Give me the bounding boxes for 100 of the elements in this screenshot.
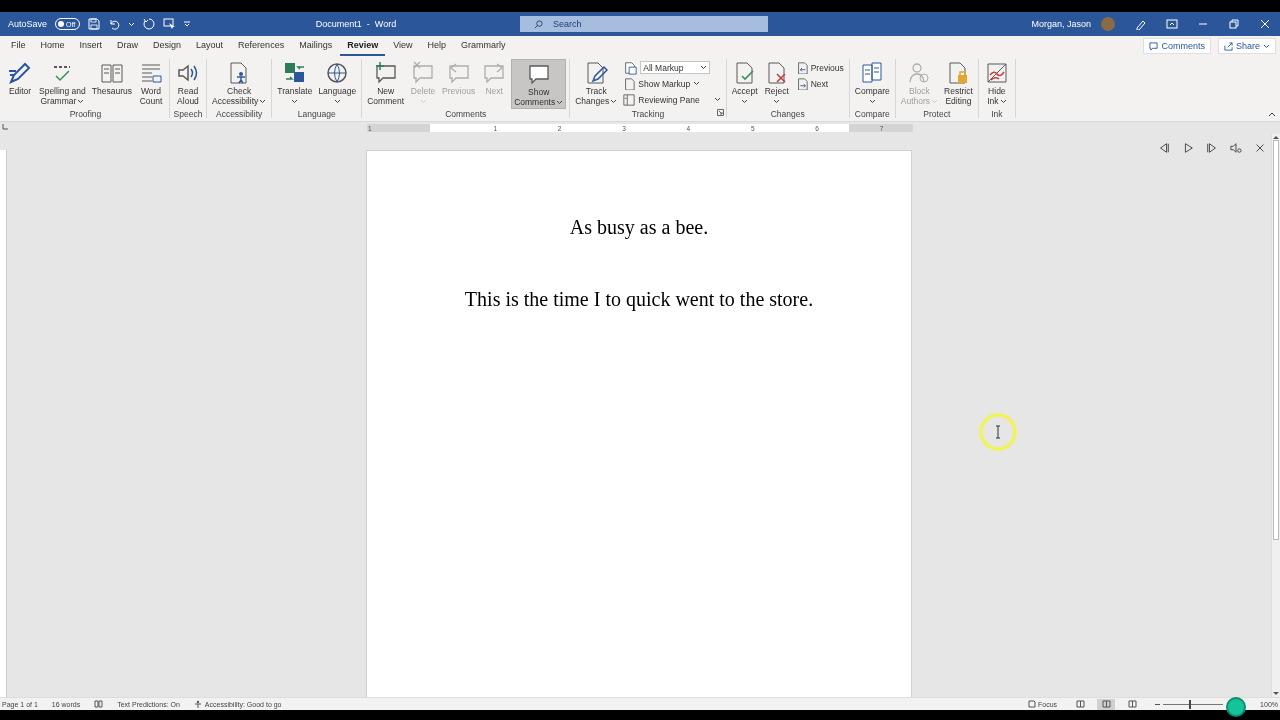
caret-icon <box>693 81 701 86</box>
previous-paragraph-icon[interactable] <box>1158 142 1170 154</box>
pane-icon <box>623 93 636 106</box>
ribbon-button[interactable]: Read Aloud <box>172 59 203 109</box>
caret-icon <box>931 98 939 104</box>
touch-mode-icon[interactable] <box>163 18 176 30</box>
user-name[interactable]: Morgan, Jason <box>1031 19 1091 29</box>
zoom-out-icon[interactable] <box>1155 702 1161 706</box>
document-arrow-icon <box>795 77 808 90</box>
ribbon-tab[interactable]: Mailings <box>292 36 340 56</box>
group-label: Language <box>297 109 336 120</box>
document-icon <box>623 77 636 90</box>
documents-icon <box>860 61 885 85</box>
comment-next-icon <box>482 61 507 85</box>
comment-delete-icon <box>411 61 436 85</box>
caret-icon <box>259 98 267 104</box>
search-icon <box>534 19 543 29</box>
ribbon-button[interactable]: Thesaurus <box>89 59 134 109</box>
autosave-label: AutoSave <box>8 19 48 29</box>
document-paragraph: As busy as a bee. <box>568 215 710 239</box>
ribbon-button[interactable]: Track Changes <box>573 59 620 109</box>
close-icon[interactable] <box>1254 142 1266 154</box>
ribbon-button[interactable]: Spelling and Grammar <box>37 59 88 109</box>
play-icon[interactable] <box>1182 142 1194 154</box>
ribbon-button[interactable]: Restrict Editing <box>942 59 975 109</box>
grammarly-icon[interactable] <box>1226 697 1247 717</box>
voice-settings-icon[interactable] <box>1230 142 1242 154</box>
accessibility-icon <box>193 699 203 709</box>
caret-icon <box>556 99 564 105</box>
ribbon-tab[interactable]: File <box>4 36 33 56</box>
document-page[interactable]: As busy as a bee. This is the time I to quick went to the store. <box>366 150 912 697</box>
caret-icon <box>999 98 1007 104</box>
person-icon <box>907 61 932 85</box>
group-label: Ink <box>991 109 1003 120</box>
ribbon-button[interactable]: Show Markup <box>621 76 723 91</box>
group-label: Protect <box>923 109 951 120</box>
group-label: Tracking <box>631 109 665 120</box>
caret-icon <box>741 98 749 104</box>
share-button[interactable]: Share <box>1217 38 1276 54</box>
ribbon-tab[interactable]: Help <box>420 36 454 56</box>
ribbon-button[interactable]: Check Accessibility <box>209 59 269 109</box>
caret-icon <box>291 98 299 104</box>
close-icon[interactable] <box>1258 18 1271 30</box>
scrollbar[interactable] <box>1271 134 1280 697</box>
pen-icon[interactable] <box>1134 18 1147 30</box>
ribbon-button[interactable]: Previous <box>793 60 846 75</box>
ribbon-button[interactable]: Word Count <box>135 59 166 109</box>
dialog-launcher-icon[interactable] <box>716 109 724 116</box>
group-label: Proofing <box>69 109 102 120</box>
collapse-ribbon-icon[interactable] <box>1268 112 1276 117</box>
ink-stroke-icon <box>984 61 1009 85</box>
translate-icon <box>282 61 307 85</box>
caret-icon <box>700 65 708 70</box>
caret-icon <box>713 97 721 102</box>
ribbon-button[interactable]: Compare <box>852 59 892 109</box>
markup-dropdown[interactable]: All Markup <box>640 61 711 74</box>
pen-icon <box>8 61 32 85</box>
redo-icon[interactable] <box>143 18 156 30</box>
share-icon <box>1223 41 1233 51</box>
ribbon-tab[interactable]: View <box>386 36 420 56</box>
comment-icon <box>526 62 551 86</box>
ribbon-tab[interactable]: Home <box>33 36 72 56</box>
caret-icon <box>773 98 781 104</box>
ribbon-tab[interactable]: References <box>231 36 292 56</box>
ribbon-tab[interactable]: Draw <box>110 36 146 56</box>
ribbon-display-icon[interactable] <box>1165 18 1178 30</box>
window-title: Document1 - Word <box>314 19 398 29</box>
group-label: Comments <box>445 109 487 120</box>
comments-button[interactable]: Comments <box>1143 38 1211 54</box>
ribbon-button[interactable]: Language <box>316 59 359 109</box>
read-mode-icon <box>1075 700 1085 708</box>
ribbon-tab[interactable]: Insert <box>72 36 110 56</box>
document-icon <box>623 60 638 75</box>
ribbon-button[interactable]: Next <box>793 76 846 91</box>
ribbon-button[interactable]: Editor <box>5 59 35 109</box>
search-field[interactable]: Search <box>520 16 768 32</box>
ribbon-button[interactable]: Accept <box>729 59 760 109</box>
save-icon[interactable] <box>88 18 101 30</box>
ribbon-tab[interactable]: Grammarly <box>454 36 513 56</box>
ribbon-tab[interactable]: Layout <box>189 36 231 56</box>
ribbon-button[interactable]: Reviewing Pane <box>621 92 723 107</box>
ribbon-button[interactable]: Hide Ink <box>981 59 1012 109</box>
caret-icon <box>77 98 85 104</box>
next-paragraph-icon[interactable] <box>1206 142 1218 154</box>
document-pen-icon <box>584 61 609 85</box>
group-label: Accessibility <box>215 109 263 120</box>
web-layout-icon <box>1127 700 1137 708</box>
view-button[interactable] <box>1097 698 1116 710</box>
ribbon-button[interactable]: New Comment <box>365 59 407 109</box>
caret-icon <box>333 98 341 104</box>
customize-icon[interactable] <box>183 20 192 28</box>
proofing-book-icon[interactable] <box>94 700 104 708</box>
ribbon-button[interactable]: Reject <box>761 59 792 109</box>
group-label: Compare <box>854 109 890 120</box>
ribbon-button[interactable]: Show Comments <box>511 59 567 109</box>
restore-icon[interactable] <box>1227 18 1240 30</box>
ribbon-tab[interactable]: Design <box>146 36 189 56</box>
ribbon-button[interactable]: Translate <box>275 59 315 109</box>
cursor-highlight-icon <box>978 412 1018 452</box>
undo-icon[interactable] <box>108 18 121 30</box>
